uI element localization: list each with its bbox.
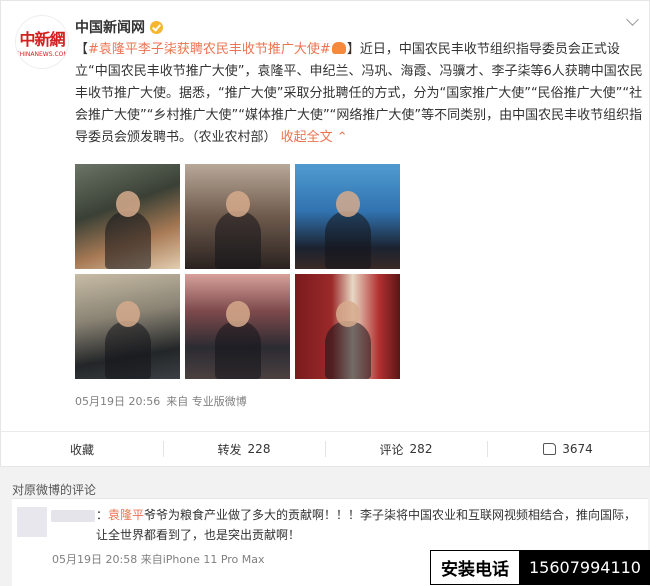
favorite-label: 收藏 [69,442,94,457]
photo-1[interactable] [75,164,180,269]
weibo-post-card: 中新網 CHINANEWS.COM 中国新闻网 【#袁隆平李子柒获聘农民丰收节推… [0,0,650,467]
photo-5[interactable] [185,274,290,379]
action-bar: 收藏 转发 228 评论 282 3674 [1,431,649,466]
post-body: 【#袁隆平李子柒获聘农民丰收节推广大使# 】近日，中国农民丰收节组织指导委员会正式… [75,39,643,149]
repost-button[interactable]: 转发 228 [163,432,325,466]
repost-label: 转发 [217,442,242,457]
verified-badge-icon [150,20,163,34]
comments-header: 对原微博的评论 [12,483,97,497]
author-name[interactable]: 中国新闻网 [75,17,145,37]
photo-3[interactable] [295,164,400,269]
comment-prefix: ： [96,508,109,522]
bracket-open: 【 [75,42,89,57]
comment-time: 05月19日 20:58 [52,553,138,566]
logo-text: 中新網 [19,30,65,49]
promo-phone: 15607994110 [529,558,641,577]
commenter-avatar[interactable] [17,507,47,537]
like-count: 3674 [562,442,593,456]
comment-body: 爷爷为粮食产业做了多大的贡献啊！！！李子柒将中国农业和互联网视频相结合，推向国际… [96,508,637,542]
comment-text: ：袁隆平爷爷为粮食产业做了多大的贡献啊！！！李子柒将中国农业和互联网视频相结合，… [96,505,644,545]
topic-emoji-icon [331,42,346,54]
comment-button[interactable]: 评论 282 [325,432,487,466]
post-text: 】近日，中国农民丰收节组织指导委员会正式设立“中国农民丰收节推广大使”，袁隆平、… [75,42,643,145]
post-time[interactable]: 05月19日 20:56 [75,395,160,408]
comment-label: 评论 [379,442,404,457]
post-meta: 05月19日 20:56 来自 专业版微博 [75,393,247,409]
comment-meta: 05月19日 20:58 来自iPhone 11 Pro Max [52,551,265,567]
topic-hashtag[interactable]: #袁隆平李子柒获聘农民丰收节推广大使# [88,42,331,57]
collapse-link[interactable]: 收起全文 ⌃ [281,130,348,145]
logo-subtext: CHINANEWS.COM [15,51,69,58]
author-avatar[interactable]: 中新網 CHINANEWS.COM [15,15,69,69]
photo-6[interactable] [295,274,400,379]
post-menu-chevron-icon[interactable] [626,13,639,26]
promo-banner: 安装电话 15607994110 [430,550,650,585]
photo-4[interactable] [75,274,180,379]
commenter-name-blurred [51,510,95,522]
comment-mention[interactable]: 袁隆平 [108,508,144,522]
favorite-button[interactable]: 收藏 [1,432,163,466]
promo-label: 安装电话 [430,550,520,585]
comment-count: 282 [409,442,433,456]
repost-count: 228 [247,442,271,456]
comment-source: 来自iPhone 11 Pro Max [140,553,265,566]
thumbs-up-icon [543,443,557,455]
like-button[interactable]: 3674 [487,432,649,466]
post-source: 来自 专业版微博 [166,395,247,408]
photo-2[interactable] [185,164,290,269]
author-name-row: 中国新闻网 [75,17,163,37]
